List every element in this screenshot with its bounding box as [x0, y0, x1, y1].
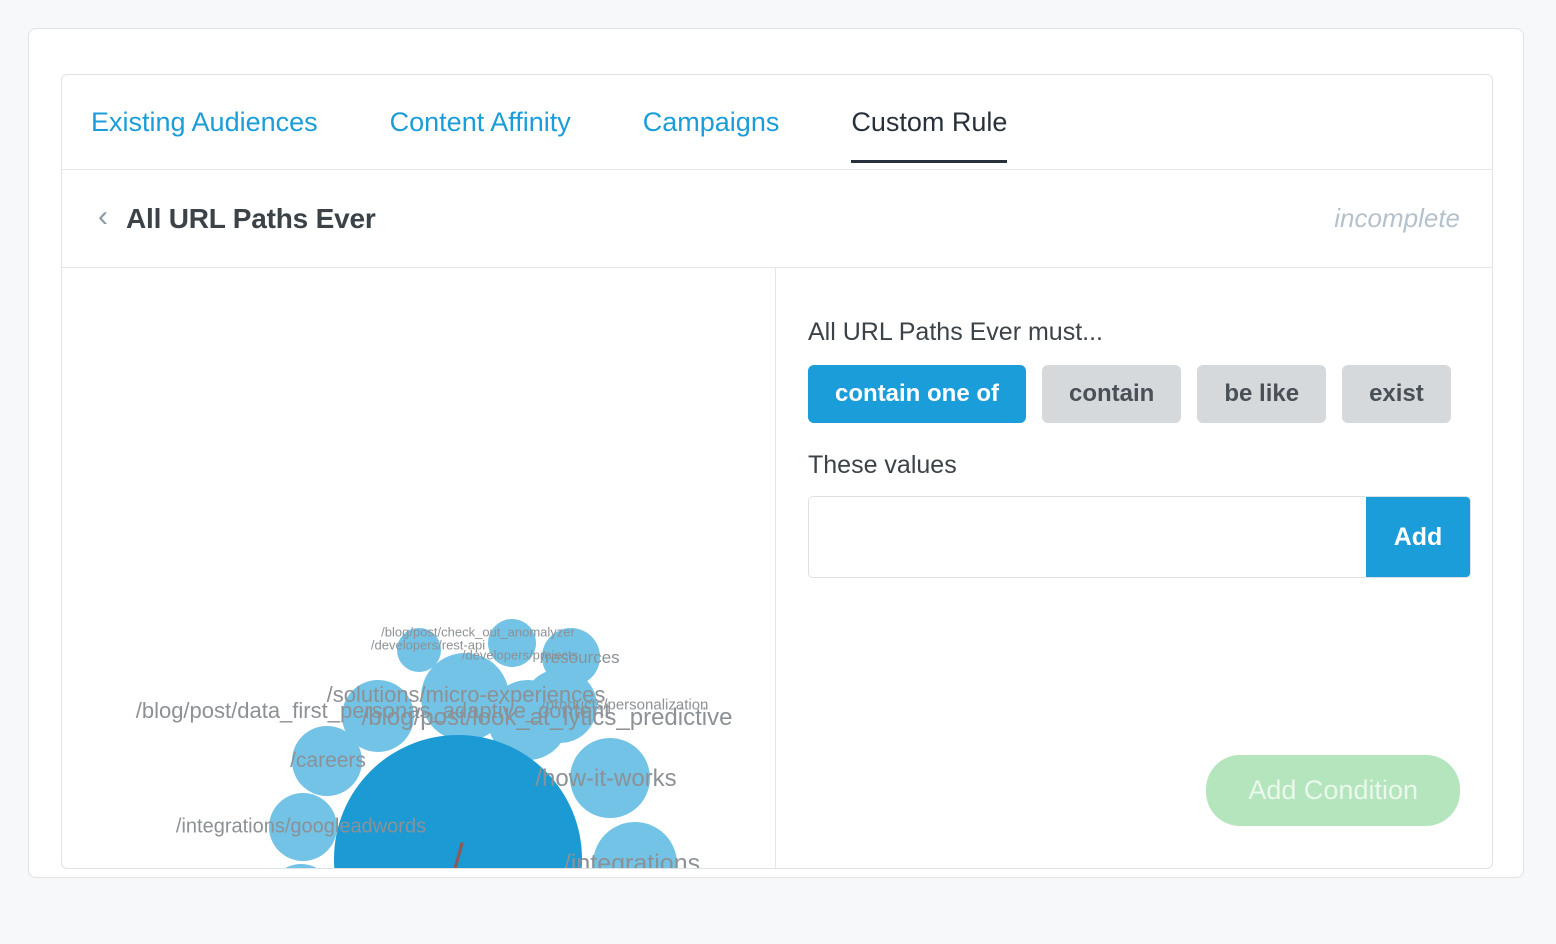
operator-be-like[interactable]: be like — [1197, 365, 1327, 423]
bubble-node[interactable] — [269, 793, 337, 861]
bubble-node[interactable] — [593, 822, 677, 868]
tab-existing-audiences[interactable]: Existing Audiences — [91, 75, 318, 163]
operator-contain-one-of[interactable]: contain one of — [808, 365, 1026, 423]
tab-custom-rule[interactable]: Custom Rule — [851, 75, 1008, 163]
operator-contain[interactable]: contain — [1042, 365, 1182, 423]
bubble-node[interactable] — [292, 726, 362, 796]
bubble-node[interactable] — [269, 864, 333, 868]
rule-body: /blog/post/check_out_anomalyzer/develope… — [62, 268, 1492, 868]
add-condition-button[interactable]: Add Condition — [1206, 755, 1460, 826]
add-value-button[interactable]: Add — [1366, 497, 1470, 577]
operator-button-group: contain one of contain be like exist — [808, 365, 1492, 423]
bubble-node[interactable] — [570, 738, 650, 818]
condition-prompt: All URL Paths Ever must... — [808, 318, 1103, 346]
condition-editor-pane: All URL Paths Ever must... contain one o… — [776, 268, 1492, 868]
chevron-left-icon[interactable]: ‹ — [98, 201, 108, 236]
bubble-chart[interactable]: /blog/post/check_out_anomalyzer/develope… — [62, 268, 776, 868]
url-path-visualization-pane: /blog/post/check_out_anomalyzer/develope… — [62, 268, 776, 868]
page-card: Existing Audiences Content Affinity Camp… — [28, 28, 1524, 878]
values-label: These values — [808, 451, 957, 479]
tab-campaigns[interactable]: Campaigns — [643, 75, 780, 163]
bubble-node[interactable] — [488, 619, 536, 667]
tab-bar: Existing Audiences Content Affinity Camp… — [62, 75, 1492, 170]
rule-header: ‹ All URL Paths Ever incomplete — [62, 170, 1492, 268]
page-title: All URL Paths Ever — [126, 202, 376, 234]
status-badge: incomplete — [1334, 203, 1460, 233]
rule-builder-card: Existing Audiences Content Affinity Camp… — [61, 74, 1493, 869]
value-input[interactable] — [809, 497, 1366, 577]
tab-content-affinity[interactable]: Content Affinity — [390, 75, 571, 163]
value-input-row: Add — [808, 496, 1471, 578]
operator-exist[interactable]: exist — [1342, 365, 1451, 423]
